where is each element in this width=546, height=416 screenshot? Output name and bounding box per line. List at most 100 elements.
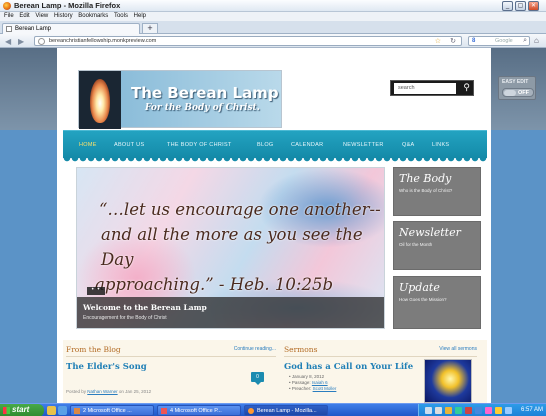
menu-edit[interactable]: Edit [19, 12, 29, 21]
home-icon[interactable]: ⌂ [534, 36, 539, 45]
nav-home[interactable]: HOME [79, 142, 97, 148]
menu-bar: File Edit View History Bookmarks Tools H… [0, 12, 546, 21]
side-box-update[interactable]: Update How Goes the Mission? [393, 276, 481, 329]
tray-app-icon[interactable] [455, 407, 462, 414]
tab-label: Berean Lamp [15, 26, 52, 32]
menu-view[interactable]: View [35, 12, 48, 21]
url-bar[interactable]: bereanchristianfellowship.monkpreview.co… [34, 36, 462, 46]
quicklaunch-folder-icon[interactable] [47, 406, 56, 415]
tray-update-icon[interactable] [475, 407, 482, 414]
tray-display-icon[interactable] [505, 407, 512, 414]
taskbar-button-firefox[interactable]: Berean Lamp - Mozilla... [244, 405, 328, 416]
page-favicon-icon [6, 26, 12, 32]
site-identity-icon[interactable] [38, 38, 45, 45]
menu-tools[interactable]: Tools [114, 12, 128, 21]
tray-antivirus-icon[interactable] [465, 407, 472, 414]
tray-alert-icon[interactable] [495, 407, 502, 414]
back-arrow-icon[interactable]: ◀ [5, 37, 11, 46]
nav-qa[interactable]: Q&A [402, 142, 415, 148]
comment-count-badge[interactable]: 0 [251, 372, 264, 385]
navigation-toolbar: ◀ ▶ bereanchristianfellowship.monkprevie… [0, 34, 546, 48]
side-box-newsletter[interactable]: Newsletter Oil for the Month [393, 221, 481, 270]
slider-dots[interactable]: • • [87, 287, 105, 295]
easy-edit-panel: EASY EDIT OFF [498, 76, 536, 100]
sermon-image[interactable] [424, 359, 472, 403]
firefox-window: Berean Lamp - Mozilla Firefox _ ▢ ✕ File… [0, 0, 546, 403]
sermons-section: Sermons View all sermons God has a Call … [284, 345, 489, 403]
search-engine-name: Google [495, 38, 513, 44]
menu-help[interactable]: Help [134, 12, 146, 21]
start-button[interactable]: start [0, 404, 44, 416]
menu-history[interactable]: History [54, 12, 73, 21]
blog-post-meta: Posted by Nathan Warner on Jan 25, 2012 [66, 389, 152, 394]
site-search-input[interactable]: search [394, 83, 456, 94]
author-link[interactable]: Nathan Warner [87, 389, 117, 394]
site-logo[interactable]: The Berean Lamp For the Body of Christ. [78, 70, 282, 129]
preacher-link[interactable]: Scott Moller [313, 386, 337, 391]
tab-berean-lamp[interactable]: Berean Lamp [2, 23, 140, 34]
side-box-title: Newsletter [399, 226, 461, 239]
minimize-button[interactable]: _ [502, 1, 513, 11]
tray-security-icon[interactable] [445, 407, 452, 414]
side-box-title: The Body [399, 172, 452, 185]
caption-subtitle: Encouragement for the Body of Christ [83, 315, 167, 321]
blog-heading: From the Blog [66, 345, 121, 354]
maximize-button[interactable]: ▢ [515, 1, 526, 11]
site-container: The Berean Lamp For the Body of Christ. … [57, 48, 491, 403]
blog-continue-link[interactable]: Continue reading... [234, 346, 276, 352]
side-box-title: Update [399, 281, 440, 294]
site-search: search ⚲ [390, 80, 474, 96]
url-text[interactable]: bereanchristianfellowship.monkpreview.co… [49, 38, 156, 44]
sermon-title[interactable]: God has a Call on Your Life [284, 362, 413, 372]
nav-about-us[interactable]: ABOUT US [114, 142, 144, 148]
taskbar-button-office-2[interactable]: 4 Microsoft Office P... [157, 405, 241, 416]
bookmark-star-icon[interactable]: ☆ [435, 37, 441, 45]
quote-line-1: “…let us encourage one another-- [99, 200, 381, 219]
search-icon[interactable]: ⌕ [523, 37, 527, 45]
hero-quote: “…let us encourage one another-- and all… [87, 197, 384, 297]
blog-section: From the Blog Continue reading... The El… [66, 345, 276, 403]
site-search-icon[interactable]: ⚲ [463, 82, 470, 93]
powerpoint-icon [161, 408, 167, 414]
menu-file[interactable]: File [4, 12, 14, 21]
nav-links[interactable]: LINKS [432, 142, 449, 148]
page-viewport: The Berean Lamp For the Body of Christ. … [0, 48, 546, 403]
side-box-the-body[interactable]: The Body Who is the Body of Christ? [393, 167, 481, 216]
caption-title[interactable]: Welcome to the Berean Lamp [83, 303, 207, 312]
new-tab-button[interactable]: + [142, 23, 158, 34]
taskbar-button-office-1[interactable]: 2 Microsoft Office ... [70, 405, 154, 416]
nav-blog[interactable]: BLOG [257, 142, 273, 148]
sermon-details: • January 8, 2012 • Passage: Isaiah 6 • … [289, 374, 337, 391]
windows-flag-icon [3, 407, 10, 414]
nav-scallop-edge [63, 158, 487, 162]
quote-line-2: and all the more as you see the Day [101, 225, 363, 269]
blog-post-title[interactable]: The Elder's Song [66, 362, 147, 372]
search-engine-icon[interactable]: 8 [472, 38, 475, 44]
firefox-icon [248, 408, 254, 414]
nav-body-of-christ[interactable]: THE BODY OF CHRIST [167, 142, 232, 148]
nav-newsletter[interactable]: NEWSLETTER [343, 142, 384, 148]
browser-search-field[interactable]: 8 Google ⌕ [468, 36, 530, 46]
hero-slideshow[interactable]: “…let us encourage one another-- and all… [76, 167, 385, 329]
hero-caption: Welcome to the Berean Lamp Encouragement… [77, 297, 384, 328]
tray-messenger-icon[interactable] [485, 407, 492, 414]
passage-link[interactable]: Isaiah 6 [312, 380, 328, 385]
reload-icon[interactable]: ↻ [450, 37, 456, 45]
tray-network-icon[interactable] [425, 407, 432, 414]
taskbar: start 2 Microsoft Office ... 4 Microsoft… [0, 403, 546, 416]
view-all-sermons-link[interactable]: View all sermons [439, 346, 477, 352]
taskbar-clock: 6:57 AM [520, 407, 543, 413]
main-nav: HOME ABOUT US THE BODY OF CHRIST BLOG CA… [63, 130, 487, 162]
quicklaunch-ie-icon[interactable] [58, 406, 67, 415]
sermons-heading: Sermons [284, 345, 318, 354]
nav-calendar[interactable]: CALENDAR [291, 142, 323, 148]
easy-edit-toggle[interactable]: OFF [502, 88, 534, 97]
side-box-subtitle: Oil for the Month [399, 242, 433, 247]
divider [66, 356, 276, 357]
word-icon [74, 408, 80, 414]
forward-arrow-icon[interactable]: ▶ [18, 37, 24, 46]
tray-speaker-icon[interactable] [435, 407, 442, 414]
title-bar: Berean Lamp - Mozilla Firefox _ ▢ ✕ [0, 0, 546, 12]
menu-bookmarks[interactable]: Bookmarks [78, 12, 108, 21]
close-button[interactable]: ✕ [528, 1, 539, 11]
